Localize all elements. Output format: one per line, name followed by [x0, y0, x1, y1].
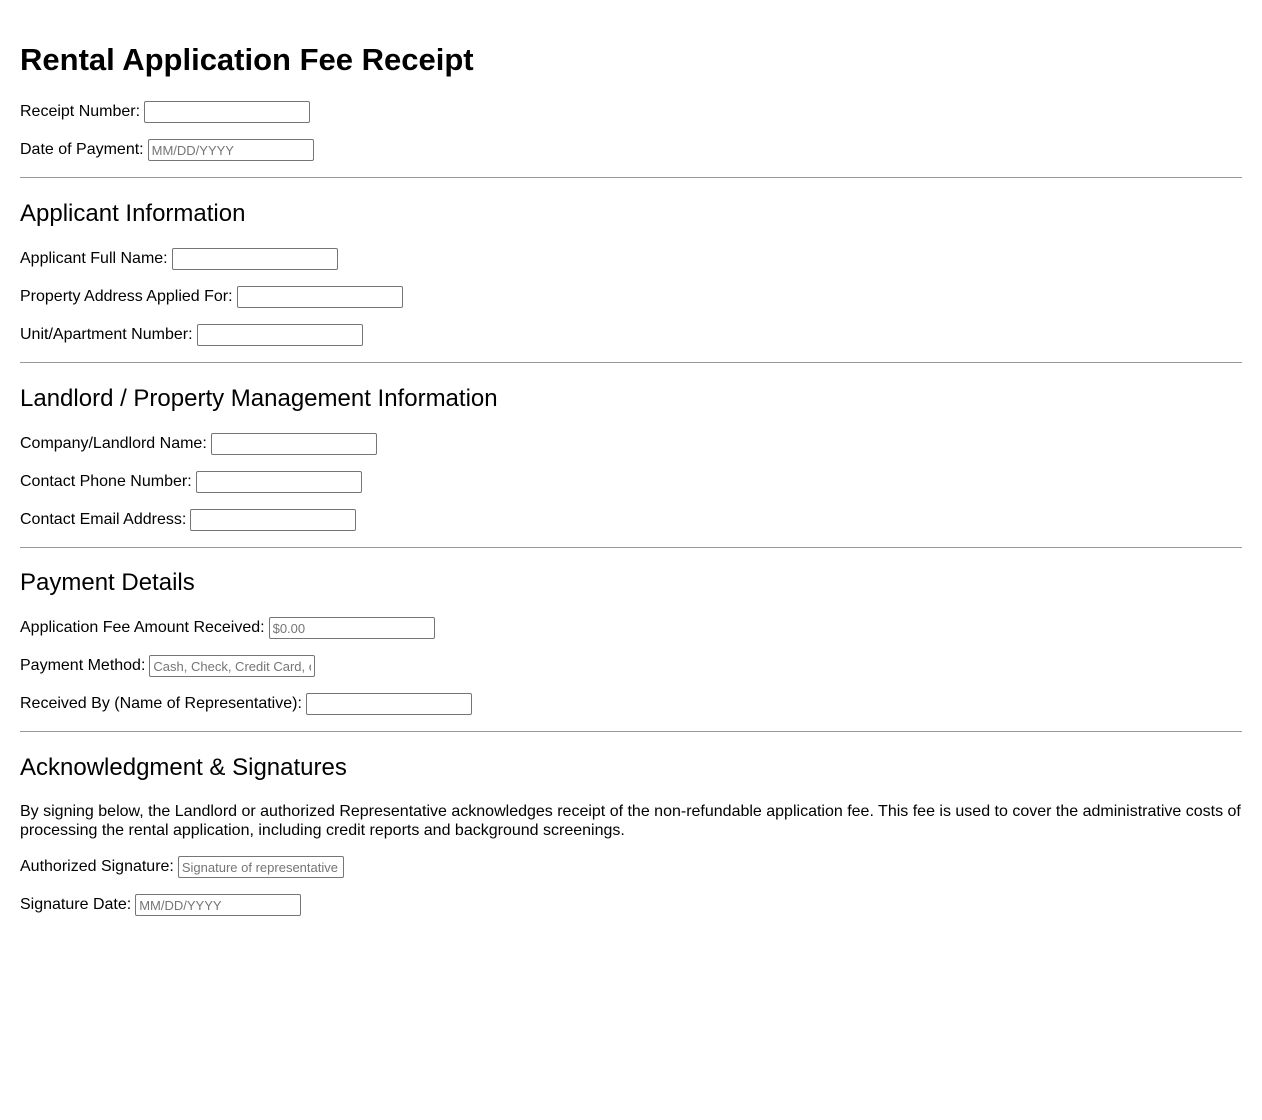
company-name-input[interactable] — [210, 433, 377, 455]
receipt-number-input[interactable] — [144, 101, 311, 123]
acknowledgment-text: By signing below, the Landlord or author… — [20, 803, 1241, 839]
received-by-label: Received By (Name of Representative): — [20, 695, 302, 712]
received-by-row: Received By (Name of Representative): — [20, 692, 472, 716]
date-of-payment-row: Date of Payment: — [20, 138, 314, 162]
unit-number-row: Unit/Apartment Number: — [20, 323, 363, 347]
payment-method-label: Payment Method: — [20, 657, 146, 674]
applicant-name-row: Applicant Full Name: — [20, 247, 338, 271]
applicant-name-label: Applicant Full Name: — [20, 250, 168, 267]
property-address-row: Property Address Applied For: — [20, 285, 403, 309]
payment-section-heading: Payment Details — [20, 569, 195, 596]
payment-method-input[interactable] — [149, 655, 316, 677]
section-divider — [20, 362, 1242, 363]
unit-number-label: Unit/Apartment Number: — [20, 326, 193, 343]
company-name-row: Company/Landlord Name: — [20, 432, 377, 456]
receipt-number-row: Receipt Number: — [20, 100, 311, 124]
section-divider — [20, 547, 1242, 548]
property-address-label: Property Address Applied For: — [20, 288, 233, 305]
contact-email-row: Contact Email Address: — [20, 508, 357, 532]
landlord-section-heading: Landlord / Property Management Informati… — [20, 385, 498, 412]
contact-email-label: Contact Email Address: — [20, 511, 187, 528]
signature-date-label: Signature Date: — [20, 896, 132, 913]
signature-date-row: Signature Date: — [20, 893, 302, 917]
signature-label: Authorized Signature: — [20, 858, 174, 875]
applicant-name-input[interactable] — [171, 248, 338, 270]
fee-amount-input[interactable] — [268, 617, 435, 639]
contact-phone-label: Contact Phone Number: — [20, 473, 192, 490]
signature-row: Authorized Signature: — [20, 855, 344, 879]
contact-phone-row: Contact Phone Number: — [20, 470, 362, 494]
contact-email-input[interactable] — [190, 509, 357, 531]
contact-phone-input[interactable] — [195, 471, 362, 493]
receipt-number-label: Receipt Number: — [20, 103, 141, 120]
payment-method-row: Payment Method: — [20, 654, 316, 678]
unit-number-input[interactable] — [196, 324, 363, 346]
fee-amount-label: Application Fee Amount Received: — [20, 619, 265, 636]
section-divider — [20, 177, 1242, 178]
signature-date-input[interactable] — [135, 894, 302, 916]
signature-input[interactable] — [177, 856, 344, 878]
date-of-payment-label: Date of Payment: — [20, 141, 144, 158]
date-of-payment-input[interactable] — [147, 139, 314, 161]
fee-amount-row: Application Fee Amount Received: — [20, 616, 435, 640]
acknowledgment-section-heading: Acknowledgment & Signatures — [20, 754, 347, 781]
page-title: Rental Application Fee Receipt — [20, 42, 474, 77]
section-divider — [20, 731, 1242, 732]
company-name-label: Company/Landlord Name: — [20, 435, 207, 452]
received-by-input[interactable] — [305, 693, 472, 715]
applicant-section-heading: Applicant Information — [20, 200, 246, 227]
property-address-input[interactable] — [236, 286, 403, 308]
